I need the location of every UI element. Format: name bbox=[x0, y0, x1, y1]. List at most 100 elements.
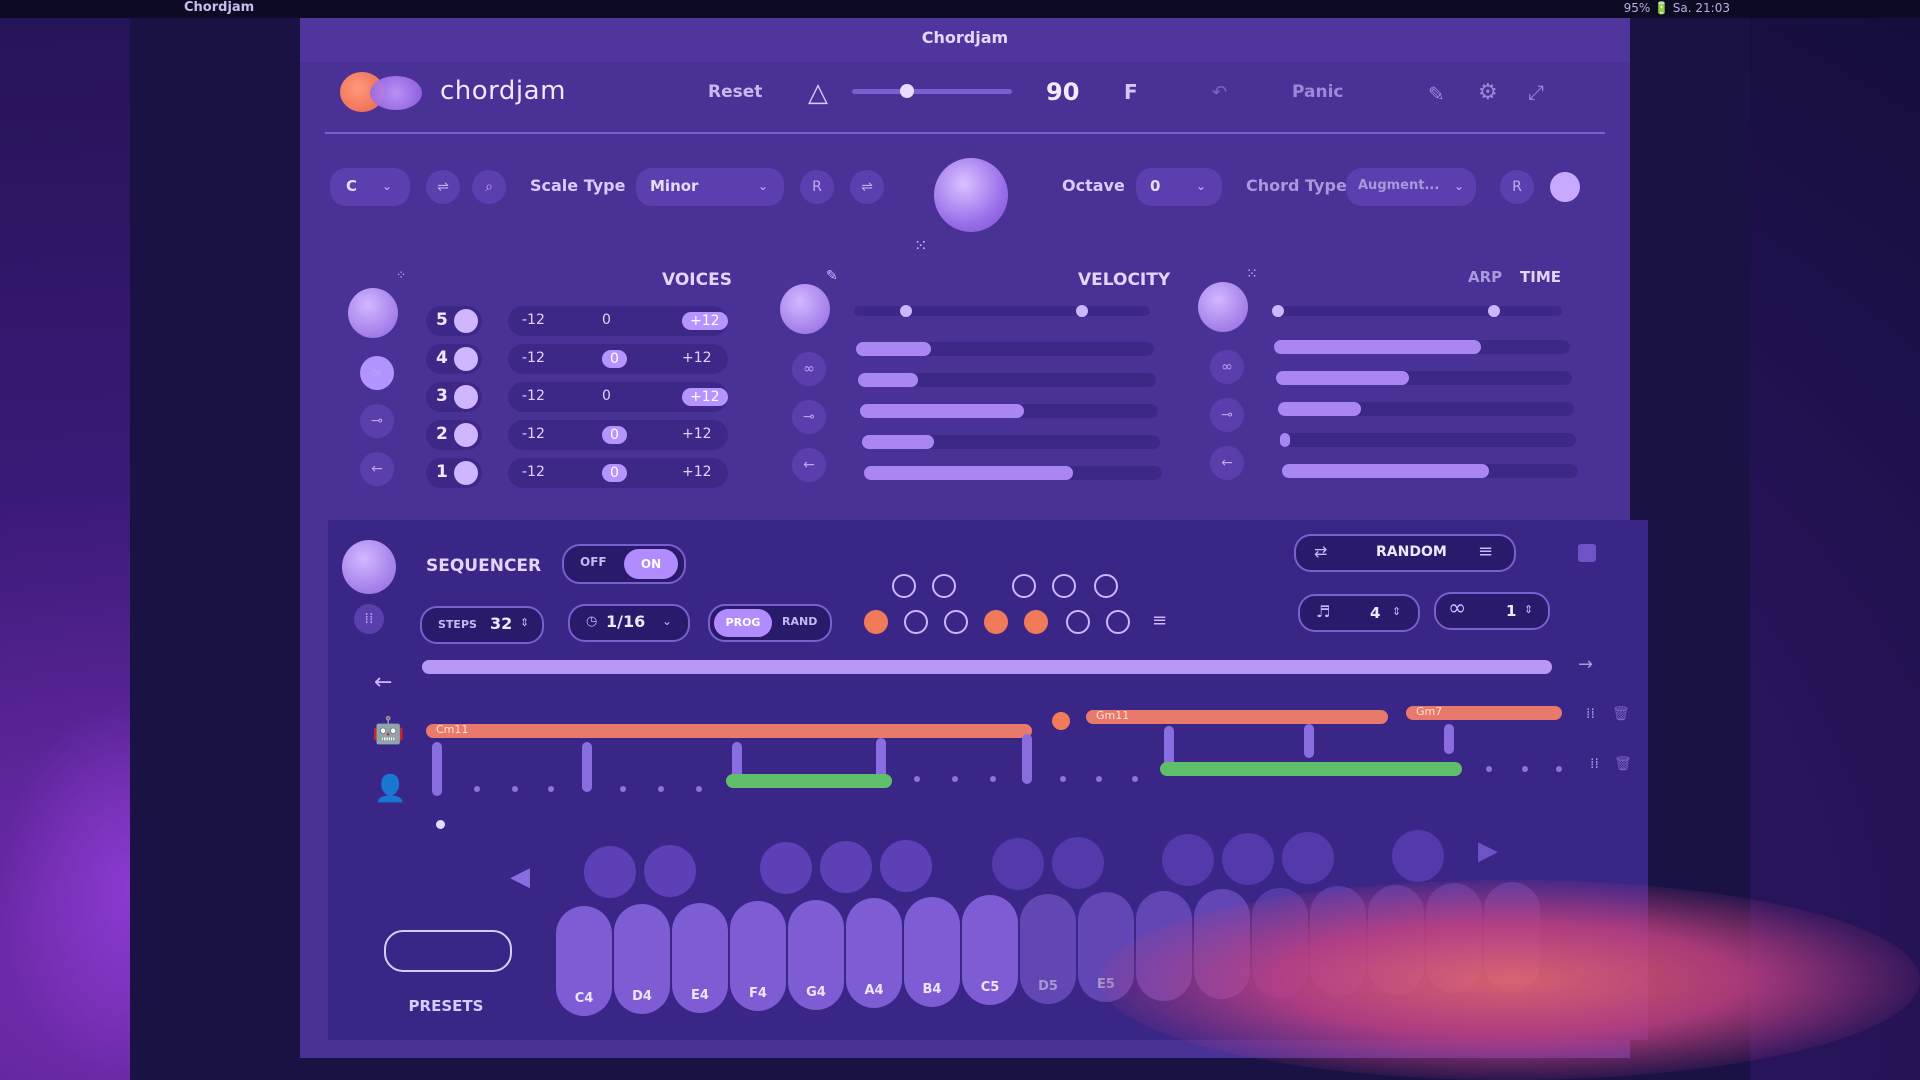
arp-bar-track[interactable] bbox=[1274, 340, 1570, 354]
undo-icon[interactable]: ↶ bbox=[1212, 82, 1227, 103]
voice-octave-mid[interactable]: 0 bbox=[602, 426, 627, 444]
sequencer-step[interactable] bbox=[1094, 574, 1118, 598]
panic-button[interactable]: Panic bbox=[1292, 82, 1343, 102]
grid-handle-icon[interactable]: ⁞⁞ bbox=[1586, 706, 1595, 722]
sequencer-toggle[interactable]: OFF ON bbox=[562, 544, 686, 584]
key-icon[interactable]: ⊸ bbox=[1210, 398, 1244, 432]
key-value[interactable]: F bbox=[1124, 80, 1138, 104]
chord-pad[interactable] bbox=[760, 842, 812, 894]
time-tab[interactable]: TIME bbox=[1520, 268, 1561, 286]
melody-block[interactable] bbox=[726, 774, 892, 788]
velocity-bar-track[interactable] bbox=[860, 404, 1158, 418]
piano-key[interactable]: G4 bbox=[788, 900, 844, 1010]
arrow-left-icon[interactable]: ← bbox=[1210, 446, 1244, 480]
sequencer-knob[interactable] bbox=[342, 540, 396, 594]
chord-pad[interactable] bbox=[1222, 833, 1274, 885]
trash-icon[interactable]: 🗑 bbox=[1612, 706, 1630, 722]
chord-pad[interactable] bbox=[880, 840, 932, 892]
arp-bar-track[interactable] bbox=[1282, 464, 1578, 478]
velocity-knob[interactable] bbox=[780, 284, 830, 334]
progress-bar[interactable] bbox=[422, 660, 1552, 674]
voice-octave-lo[interactable]: -12 bbox=[522, 388, 545, 404]
voice-octave-hi[interactable]: +12 bbox=[682, 388, 728, 406]
power-indicator[interactable] bbox=[1550, 172, 1580, 202]
voice-enable-dot[interactable] bbox=[454, 461, 478, 485]
bpm-value[interactable]: 90 bbox=[1046, 78, 1079, 106]
voice-octave-lo[interactable]: -12 bbox=[522, 350, 545, 366]
chord-pad[interactable] bbox=[584, 846, 636, 898]
key-icon[interactable]: ⊸ bbox=[360, 404, 394, 438]
arp-bar-track[interactable] bbox=[1280, 433, 1576, 447]
arp-tab[interactable]: ARP bbox=[1468, 268, 1502, 286]
melody-block[interactable] bbox=[1160, 762, 1462, 776]
voice-octave-hi[interactable]: +12 bbox=[682, 426, 712, 442]
expand-icon[interactable]: ⤢ bbox=[1528, 80, 1544, 104]
voice-octave-mid[interactable]: 0 bbox=[602, 388, 611, 404]
step-stem[interactable] bbox=[1022, 734, 1032, 784]
voice-octave-lo[interactable]: -12 bbox=[522, 464, 545, 480]
tempo-slider-handle[interactable] bbox=[900, 84, 914, 98]
voice-enable-dot[interactable] bbox=[454, 309, 478, 333]
piano-key[interactable]: C4 bbox=[556, 906, 612, 1016]
velocity-bar-track[interactable] bbox=[864, 466, 1162, 480]
sequencer-step[interactable] bbox=[1052, 574, 1076, 598]
sequencer-step[interactable] bbox=[1106, 610, 1130, 634]
velocity-bar-track[interactable] bbox=[856, 342, 1154, 356]
piano-key[interactable]: E4 bbox=[672, 903, 728, 1013]
voice-octave-range[interactable]: -12 0 +12 bbox=[508, 306, 728, 336]
piano-key[interactable]: D5 bbox=[1020, 894, 1076, 1004]
voice-octave-mid[interactable]: 0 bbox=[602, 350, 627, 368]
steps-stepper[interactable]: STEPS 32 ⇕ bbox=[420, 606, 544, 644]
voices-knob[interactable] bbox=[348, 288, 398, 338]
voice-row-number[interactable]: 3 bbox=[426, 382, 482, 412]
link-icon[interactable]: ∞ bbox=[1210, 350, 1244, 384]
piano-key[interactable]: A4 bbox=[846, 898, 902, 1008]
velocity-range-max-handle[interactable] bbox=[1076, 305, 1088, 317]
arrow-right-icon[interactable]: → bbox=[1578, 654, 1593, 675]
random-scale-button[interactable]: R bbox=[800, 170, 834, 204]
rate-select[interactable]: ◷ 1/16 ⌄ bbox=[568, 604, 690, 642]
arrow-left-icon[interactable]: ← bbox=[360, 452, 394, 486]
sequencer-step[interactable] bbox=[904, 610, 928, 634]
mode-toggle[interactable]: PROG RAND bbox=[708, 604, 832, 642]
dice-icon[interactable]: ⁘ bbox=[396, 268, 406, 282]
chord-marker[interactable] bbox=[1052, 712, 1070, 730]
menu-icon[interactable]: ≡ bbox=[1152, 610, 1167, 631]
voice-octave-range[interactable]: -12 0 +12 bbox=[508, 344, 728, 374]
gear-icon[interactable]: ⚙ bbox=[1478, 80, 1498, 105]
grid-handle-icon[interactable]: ⁞⁞ bbox=[1590, 756, 1599, 772]
arrow-left-icon[interactable]: ◀ bbox=[510, 862, 530, 892]
chord-pad[interactable] bbox=[1162, 834, 1214, 886]
robot-icon[interactable]: 🤖 bbox=[372, 716, 404, 746]
reset-button[interactable]: Reset bbox=[708, 82, 762, 102]
velocity-bar-track[interactable] bbox=[862, 435, 1160, 449]
arrow-left-icon[interactable]: ← bbox=[792, 448, 826, 482]
sequencer-step[interactable] bbox=[984, 610, 1008, 634]
trash-icon[interactable]: 🗑 bbox=[1614, 756, 1632, 772]
swap-icon[interactable]: ⇌ bbox=[850, 170, 884, 204]
chord-pad[interactable] bbox=[1392, 830, 1444, 882]
voice-row-number[interactable]: 4 bbox=[426, 344, 482, 374]
voice-octave-hi[interactable]: +12 bbox=[682, 464, 712, 480]
voice-octave-mid[interactable]: 0 bbox=[602, 464, 627, 482]
tempo-slider[interactable] bbox=[852, 89, 1012, 94]
sequencer-step[interactable] bbox=[1066, 610, 1090, 634]
arp-range-track[interactable] bbox=[1272, 306, 1562, 316]
arp-knob[interactable] bbox=[1198, 282, 1248, 332]
sequencer-step[interactable] bbox=[1012, 574, 1036, 598]
sequencer-step[interactable] bbox=[1024, 610, 1048, 634]
voice-octave-lo[interactable]: -12 bbox=[522, 312, 545, 328]
voice-octave-hi[interactable]: +12 bbox=[682, 350, 712, 366]
search-icon[interactable]: ⌕ bbox=[472, 170, 506, 204]
link-icon[interactable]: ∞ bbox=[360, 356, 394, 390]
voice-octave-range[interactable]: -12 0 +12 bbox=[508, 382, 728, 412]
arrow-right-icon[interactable]: ▶ bbox=[1478, 836, 1498, 866]
sequencer-step[interactable] bbox=[932, 574, 956, 598]
arp-range-max-handle[interactable] bbox=[1488, 305, 1500, 317]
chord-pad[interactable] bbox=[820, 841, 872, 893]
chord-pad[interactable] bbox=[1282, 832, 1334, 884]
voice-enable-dot[interactable] bbox=[454, 385, 478, 409]
sequencer-step[interactable] bbox=[892, 574, 916, 598]
loop-count-stepper[interactable]: ∞ 1 ⇕ bbox=[1434, 592, 1550, 630]
piano-key[interactable]: D4 bbox=[614, 904, 670, 1014]
